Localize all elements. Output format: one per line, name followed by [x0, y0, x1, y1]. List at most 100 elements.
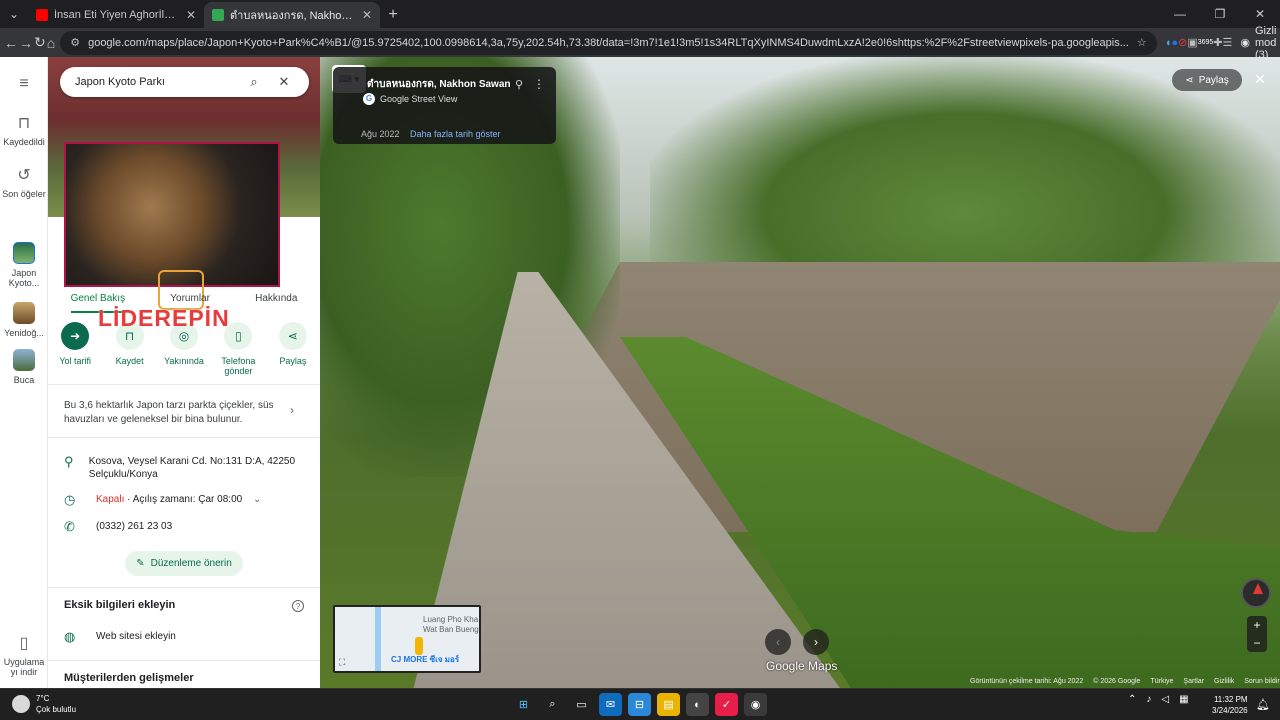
- place-thumbnail: [13, 242, 35, 264]
- zoom-out-button[interactable]: −: [1247, 634, 1267, 652]
- forward-icon[interactable]: →: [19, 31, 33, 55]
- address-row[interactable]: ⚲ Kosova, Veysel Karani Cd. No:131 D:A, …: [64, 455, 304, 481]
- place-thumbnail: [13, 302, 35, 324]
- clock[interactable]: 11:32 PM 3/24/2026: [1212, 694, 1248, 716]
- browser-tab-active[interactable]: ตำบลหนองกรด, Nakhon Sawan ✕: [204, 2, 380, 28]
- action-label: Telefona gönder: [221, 356, 256, 376]
- rail-item-recent-place[interactable]: Japon Kyoto...: [0, 242, 48, 288]
- location-pin-icon[interactable]: ⚲: [515, 78, 523, 91]
- extension-icon[interactable]: ●: [1171, 31, 1178, 55]
- zoom-control: + −: [1247, 616, 1267, 652]
- menu-button[interactable]: ≡: [0, 75, 48, 97]
- menu-dots-icon[interactable]: ⋮: [533, 77, 545, 91]
- browser-tab-bar: ⌄ İnsan Eti Yiyen Aghorİler | Ölüle ✕ ตำ…: [0, 0, 1280, 28]
- share-button[interactable]: ⋖ Paylaş: [266, 322, 320, 376]
- weather-text: Çok bulutlu: [36, 705, 77, 714]
- home-icon[interactable]: ⌂: [47, 31, 55, 55]
- chrome-icon[interactable]: ◉: [744, 693, 767, 716]
- cloud-icon: [12, 695, 30, 713]
- tab-close-icon[interactable]: ✕: [362, 8, 372, 22]
- close-icon[interactable]: ✕: [269, 74, 299, 90]
- extension-icon[interactable]: ◖: [1165, 31, 1172, 55]
- place-thumbnail: [13, 349, 35, 371]
- report-link[interactable]: Sorun bildir: [1244, 678, 1279, 685]
- search-input[interactable]: Japon Kyoto Parkı: [75, 76, 239, 88]
- reload-icon[interactable]: ↻: [34, 31, 46, 55]
- place-description[interactable]: Bu 3,6 hektarlık Japon tarzı parkta çiçe…: [64, 399, 300, 427]
- rail-item-recent-place[interactable]: Yenidoğ...: [0, 302, 48, 338]
- reading-list-icon[interactable]: ☰: [1223, 31, 1233, 55]
- divider: [48, 587, 320, 588]
- tab-search-icon[interactable]: ⌄: [0, 0, 28, 28]
- temperature: 7°C: [36, 694, 50, 703]
- extension-icon[interactable]: ⊘: [1178, 31, 1187, 55]
- search-box[interactable]: Japon Kyoto Parkı ⌕ ✕: [60, 67, 309, 97]
- phone-icon: ✆: [64, 519, 75, 534]
- task-view-icon[interactable]: ▭: [570, 693, 593, 716]
- volume-icon[interactable]: ◁: [1161, 694, 1169, 705]
- phone-icon: ▯: [19, 635, 29, 652]
- help-icon[interactable]: ?: [292, 600, 304, 612]
- action-label: Yakınında: [164, 356, 204, 366]
- microphone-icon[interactable]: ♪: [1146, 694, 1151, 705]
- more-dates-link[interactable]: Daha fazla tarih göster: [410, 129, 501, 139]
- expand-icon[interactable]: ⛶: [339, 657, 345, 668]
- close-icon[interactable]: ✕: [1250, 69, 1270, 89]
- rail-item-saved[interactable]: ⊓ Kaydedildi: [0, 113, 48, 147]
- notification-icon[interactable]: 🔔︎: [1256, 698, 1270, 711]
- outlook-icon[interactable]: ✉: [599, 693, 622, 716]
- street-view[interactable]: ⌨ ▾ ตำบลหนองกรด, Nakhon Sawan ⚲ ⋮ G Goog…: [320, 57, 1280, 688]
- rail-item-recent[interactable]: ↺ Son öğeler: [0, 165, 48, 199]
- rail-item-recent-place[interactable]: Buca: [0, 349, 48, 385]
- sv-share-button[interactable]: ⋖ Paylaş: [1172, 69, 1242, 91]
- bookmark-star-icon[interactable]: ☆: [1137, 36, 1147, 49]
- phone-row[interactable]: ✆ (0332) 261 23 03: [64, 520, 304, 533]
- minimap[interactable]: Luang Pho Kha Wat Ban Bueng CJ MORE ซีเจ…: [333, 605, 481, 673]
- add-website-row[interactable]: ◍ Web sitesi ekleyin: [64, 630, 304, 643]
- zoom-in-button[interactable]: +: [1247, 616, 1267, 634]
- file-explorer-icon[interactable]: ▤: [657, 693, 680, 716]
- chevron-up-icon[interactable]: ⌃: [1128, 694, 1136, 705]
- network-icon[interactable]: ▦: [1179, 694, 1188, 705]
- address-bar[interactable]: ⚙ google.com/maps/place/Japon+Kyoto+Park…: [60, 30, 1157, 55]
- chevron-right-icon[interactable]: ›: [290, 403, 294, 417]
- compass-icon[interactable]: [1241, 578, 1271, 608]
- chevron-left-icon[interactable]: ‹: [765, 629, 791, 655]
- minimize-icon[interactable]: —: [1160, 0, 1200, 28]
- site-info-icon[interactable]: ⚙: [70, 36, 80, 49]
- privacy-link[interactable]: Gizlilik: [1214, 678, 1234, 685]
- suggest-edit-button[interactable]: ✎ Düzenleme önerin: [125, 551, 243, 576]
- app-icon[interactable]: ◐: [686, 693, 709, 716]
- hours-row[interactable]: ◷ Kapalı · Açılış zamanı: Çar 08:00 ⌄: [64, 493, 304, 506]
- sv-share-label: Paylaş: [1198, 74, 1229, 86]
- chevron-right-icon[interactable]: ›: [803, 629, 829, 655]
- region-link[interactable]: Türkiye: [1150, 678, 1173, 685]
- tab-about[interactable]: Hakkında: [255, 288, 297, 313]
- chevron-down-icon[interactable]: ⌄: [253, 494, 261, 505]
- directions-button[interactable]: ➜ Yol tarifi: [48, 322, 102, 376]
- browser-tab[interactable]: İnsan Eti Yiyen Aghorİler | Ölüle ✕: [28, 2, 204, 28]
- suggest-edit-label: Düzenleme önerin: [150, 558, 232, 569]
- tab-close-icon[interactable]: ✕: [186, 8, 196, 22]
- terms-link[interactable]: Şartlar: [1183, 678, 1204, 685]
- extension-badge[interactable]: 3695: [1198, 31, 1214, 55]
- action-label: Paylaş: [279, 356, 307, 366]
- store-icon[interactable]: ⊟: [628, 693, 651, 716]
- minimap-label: CJ MORE ซีเจ มอร์: [391, 655, 460, 664]
- incognito-indicator[interactable]: ◉ Gizli mod (3): [1232, 25, 1280, 61]
- new-tab-button[interactable]: +: [380, 2, 406, 28]
- extension-icon[interactable]: ▣: [1187, 31, 1197, 55]
- back-icon[interactable]: ←: [4, 31, 18, 55]
- search-icon[interactable]: ⌕: [239, 74, 269, 90]
- rail-label: Yenidoğ...: [4, 328, 44, 338]
- rail-item-get-app[interactable]: ▯ Uygulama yı indir: [0, 633, 48, 677]
- puzzle-icon[interactable]: ✚: [1213, 31, 1222, 55]
- weather-widget[interactable]: 7°C Çok bulutlu: [12, 693, 76, 715]
- app-icon[interactable]: ✓: [715, 693, 738, 716]
- divider: [48, 437, 320, 438]
- windows-start-icon[interactable]: ⊞: [512, 693, 535, 716]
- rail-label: Son öğeler: [2, 189, 46, 199]
- capture-date: Görüntünün çekilme tarihi: Ağu 2022: [970, 678, 1084, 685]
- sv-nav-arrows: ‹ ›: [765, 629, 829, 655]
- search-icon[interactable]: ⌕: [541, 693, 564, 716]
